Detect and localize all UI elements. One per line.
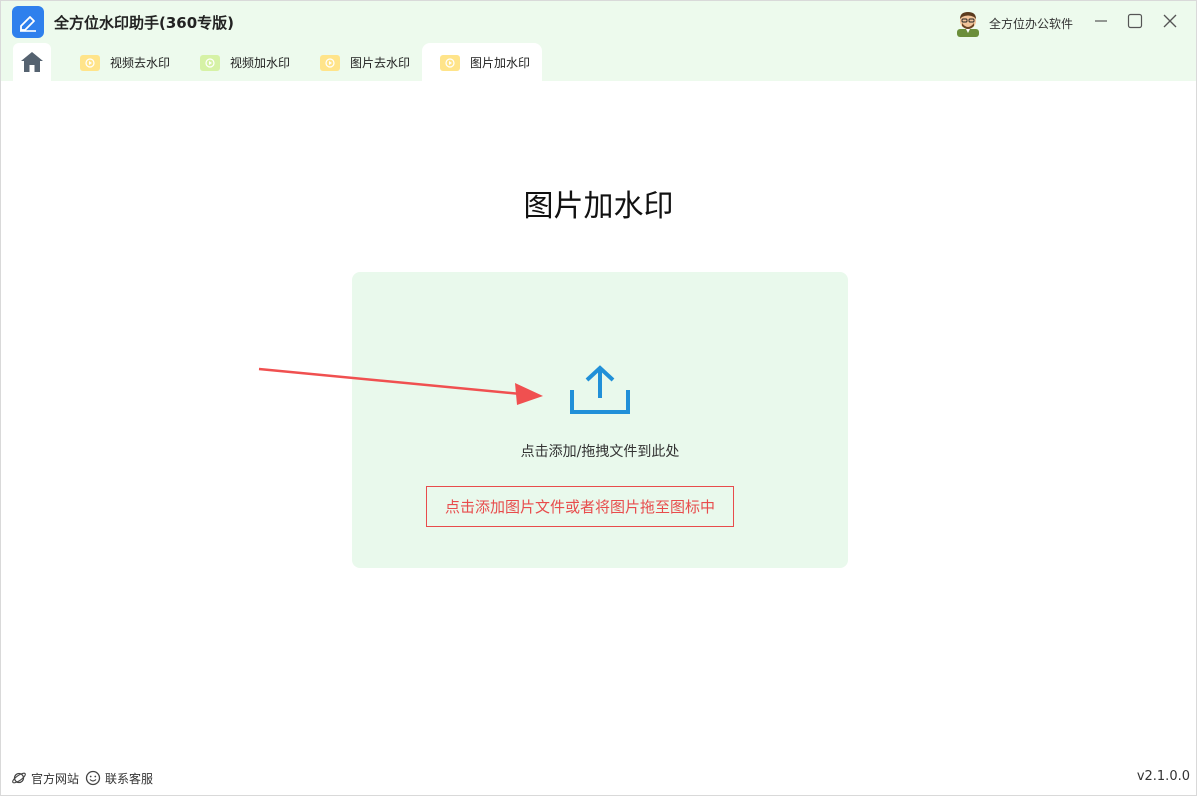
close-icon: [1163, 14, 1177, 28]
tab-video-remove-watermark[interactable]: 视频去水印: [80, 43, 170, 82]
tab-label: 图片去水印: [350, 56, 411, 70]
file-dropzone[interactable]: 点击添加/拖拽文件到此处 点击添加图片文件或者将图片拖至图标中: [352, 272, 848, 568]
smile-icon: [85, 770, 101, 786]
video-icon: [200, 54, 220, 71]
close-button[interactable]: [1159, 10, 1181, 32]
user-account[interactable]: 全方位办公软件: [954, 8, 1073, 38]
home-button[interactable]: [13, 43, 51, 81]
tab-label: 视频去水印: [110, 56, 171, 70]
user-name: 全方位办公软件: [989, 16, 1074, 31]
minimize-icon: [1095, 20, 1107, 22]
customer-service-label: 联系客服: [105, 771, 154, 786]
customer-service-link[interactable]: 联系客服: [85, 770, 153, 787]
footer-links: 官方网站 联系客服: [11, 768, 159, 788]
maximize-button[interactable]: [1124, 10, 1146, 32]
video-icon: [440, 54, 460, 71]
video-icon: [320, 54, 340, 71]
title-bar: 全方位水印助手(360专版) 全方位办公软件 视频去水印 视频加水印 图片去水印…: [1, 1, 1196, 82]
minimize-button[interactable]: [1090, 10, 1112, 32]
tab-video-add-watermark[interactable]: 视频加水印: [200, 43, 290, 82]
tab-label: 视频加水印: [230, 56, 291, 70]
maximize-icon: [1127, 13, 1143, 29]
arrow-annotation-icon: [258, 367, 543, 405]
hint-box: 点击添加图片文件或者将图片拖至图标中: [426, 486, 734, 527]
official-website-label: 官方网站: [31, 771, 80, 786]
version-label: v2.1.0.0: [1136, 769, 1190, 784]
eraser-icon: [12, 6, 44, 38]
tab-label: 图片加水印: [470, 56, 531, 70]
drop-instruction: 点击添加/拖拽文件到此处: [520, 444, 680, 460]
tab-bar: 视频去水印 视频加水印 图片去水印 图片加水印: [1, 42, 1196, 82]
video-icon: [80, 54, 100, 71]
avatar: [957, 12, 979, 37]
tab-image-remove-watermark[interactable]: 图片去水印: [320, 43, 410, 82]
app-title: 全方位水印助手(360专版): [54, 14, 235, 32]
home-icon: [21, 52, 43, 72]
upload-icon: [570, 365, 630, 414]
tab-image-add-watermark[interactable]: 图片加水印: [422, 43, 542, 82]
official-website-link[interactable]: 官方网站: [11, 770, 79, 787]
planet-icon: [12, 772, 26, 784]
page-title: 图片加水印: [523, 189, 674, 224]
